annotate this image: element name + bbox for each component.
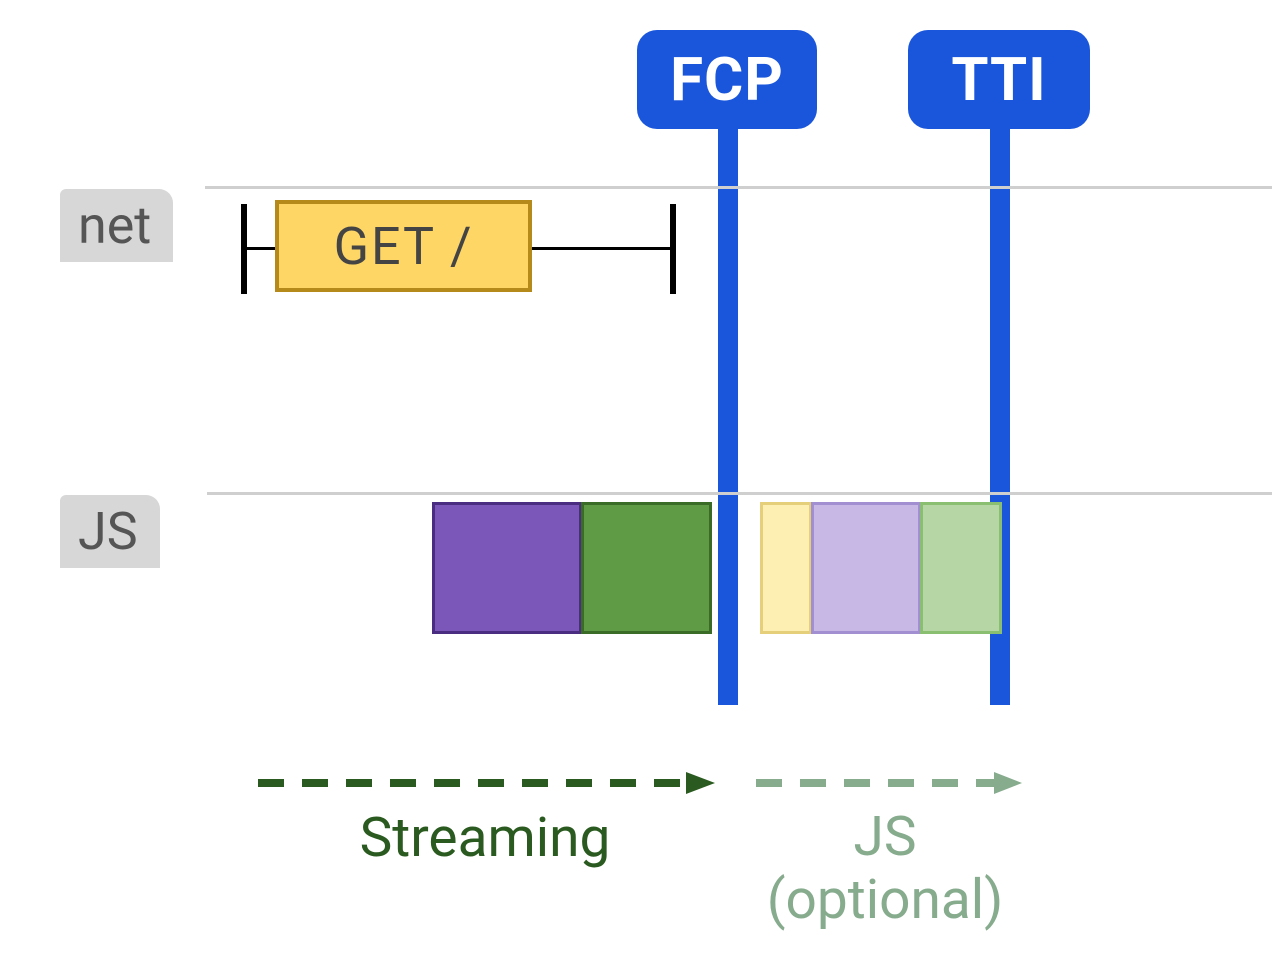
streaming-arrow-icon xyxy=(258,768,715,798)
net-get-request-box: GET / xyxy=(275,200,532,292)
js-block-parse-optional xyxy=(811,502,921,634)
marker-tti-label: TTI xyxy=(951,44,1046,115)
streaming-phase-label: Streaming xyxy=(310,806,660,870)
net-lane-rule xyxy=(205,186,1272,189)
js-block-parse xyxy=(432,502,582,634)
marker-tti-badge: TTI xyxy=(908,30,1090,129)
marker-fcp-line xyxy=(718,125,738,705)
marker-fcp-label: FCP xyxy=(670,44,784,115)
js-lane-label: JS xyxy=(60,495,160,568)
marker-fcp-badge: FCP xyxy=(637,30,817,129)
rendering-timeline-diagram: FCP TTI net GET / JS Streaming JS (optio xyxy=(0,0,1272,974)
net-lane-label: net xyxy=(60,189,173,262)
js-lane-rule xyxy=(207,492,1272,495)
net-get-request-label: GET / xyxy=(334,216,474,277)
js-block-execute-optional xyxy=(920,502,1002,634)
js-block-fetch-optional xyxy=(760,502,812,634)
js-optional-phase-label: JS (optional) xyxy=(750,806,1020,933)
js-optional-arrow-icon xyxy=(756,768,1022,798)
net-span-end-cap xyxy=(670,204,676,294)
js-block-execute xyxy=(581,502,712,634)
